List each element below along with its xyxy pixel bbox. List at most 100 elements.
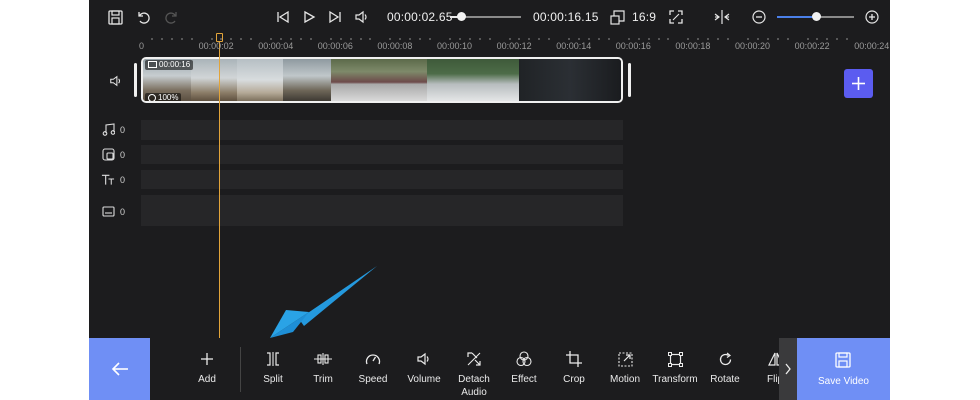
clip-thumbnail	[427, 59, 519, 101]
speaker-icon[interactable]	[351, 7, 373, 27]
trim-icon	[295, 350, 351, 368]
clip-thumbnail	[191, 59, 237, 101]
overlay-track[interactable]	[141, 145, 623, 164]
ruler-tick-label: 00:00:02	[198, 41, 234, 51]
skip-back-icon[interactable]	[273, 7, 293, 27]
ruler-tick-label: 00:00:16	[615, 41, 651, 51]
volume-button[interactable]: Volume	[396, 350, 452, 386]
ruler-tick-dot	[508, 38, 511, 40]
fullscreen-icon[interactable]	[666, 7, 686, 27]
toolbar-divider	[240, 347, 241, 392]
back-button[interactable]	[89, 338, 150, 400]
zoom-slider-thumb[interactable]	[811, 12, 821, 21]
detach-audio-button[interactable]: Detach Audio	[446, 350, 502, 399]
arrow-left-icon	[111, 362, 128, 376]
playback-slider-thumb[interactable]	[457, 12, 467, 21]
split-label: Split	[263, 374, 283, 385]
clip-thumbnail	[237, 59, 283, 101]
zoom-out-icon[interactable]	[749, 7, 769, 27]
ruler-tick-label: 00:00:22	[794, 41, 830, 51]
ruler-tick-label: 00:00:10	[437, 41, 473, 51]
undo-icon[interactable]	[133, 7, 153, 27]
speed-label: Speed	[358, 374, 388, 385]
motion-label: Motion	[609, 374, 640, 385]
detach-audio-label: Detach Audio	[458, 374, 490, 398]
ruler-tick-dot	[349, 38, 352, 40]
text-track-count: 0	[120, 175, 126, 185]
transform-icon	[647, 350, 703, 368]
add-media-button[interactable]	[844, 69, 873, 98]
video-editor: 00:00:02.65 00:00:16.15 16:9 00:00:16 10…	[89, 0, 890, 400]
ruler-tick-dot	[746, 38, 749, 40]
crop-label: Crop	[563, 374, 585, 385]
effect-label: Effect	[511, 374, 537, 385]
ruler-tick-dot	[170, 38, 173, 40]
text-track-icon	[101, 172, 115, 186]
aspect-ratio-icon[interactable]	[607, 7, 627, 27]
subtitle-track[interactable]	[141, 195, 623, 226]
rotate-icon	[697, 350, 753, 368]
aspect-ratio-label[interactable]: 16:9	[632, 10, 656, 24]
split-button[interactable]: Split	[245, 350, 301, 386]
zoom-in-icon[interactable]	[862, 7, 882, 27]
video-clip[interactable]: 00:00:16 100%	[141, 57, 623, 103]
save-icon[interactable]	[105, 7, 125, 27]
ruler-tick-dot	[657, 38, 660, 40]
text-track[interactable]	[141, 170, 623, 189]
ruler-tick-dot	[776, 38, 779, 40]
ruler-tick-dot	[359, 38, 362, 40]
ruler-tick-dot	[488, 38, 491, 40]
redo-icon[interactable]	[161, 7, 181, 27]
ruler-tick-dot	[607, 38, 610, 40]
ruler-tick-dot	[478, 38, 481, 40]
fit-timeline-icon[interactable]	[712, 7, 732, 27]
total-time: 00:00:16.15	[533, 10, 599, 24]
add-button[interactable]: Add	[179, 350, 235, 386]
speaker-icon	[396, 350, 452, 368]
ruler-tick-label: 00:00:18	[675, 41, 711, 51]
transform-button[interactable]: Transform	[647, 350, 703, 386]
ruler-tick-label: 00:00:06	[317, 41, 353, 51]
skip-forward-icon[interactable]	[325, 7, 345, 27]
plus-icon	[179, 350, 235, 368]
crop-button[interactable]: Crop	[546, 350, 602, 386]
trim-button[interactable]: Trim	[295, 350, 351, 386]
ruler-tick-dot	[309, 38, 312, 40]
clip-video-icon	[148, 61, 157, 69]
chevron-right-icon	[785, 363, 791, 375]
detach-audio-icon	[446, 350, 502, 368]
effect-icon	[496, 350, 552, 368]
ruler-tick-dot	[150, 38, 153, 40]
playhead[interactable]	[219, 36, 220, 338]
ruler-tick-label: 0	[139, 41, 145, 51]
ruler-tick-dot	[329, 38, 332, 40]
music-track-icon	[101, 122, 115, 136]
clip-right-handle[interactable]	[628, 63, 631, 97]
motion-icon	[597, 350, 653, 368]
clip-speed-icon	[148, 93, 156, 101]
motion-button[interactable]: Motion	[597, 350, 653, 386]
ruler-tick-dot	[468, 38, 471, 40]
clip-left-handle[interactable]	[134, 63, 137, 97]
music-track-count: 0	[120, 125, 126, 135]
zoom-slider-fill	[777, 16, 816, 18]
toolbar-scroll-right[interactable]	[779, 338, 797, 400]
speed-button[interactable]: Speed	[345, 350, 401, 386]
trim-label: Trim	[313, 374, 333, 385]
overlay-track-count: 0	[120, 150, 126, 160]
effect-button[interactable]: Effect	[496, 350, 552, 386]
ruler-tick-dot	[299, 38, 302, 40]
ruler-tick-label: 00:00:24	[854, 41, 890, 51]
rotate-button[interactable]: Rotate	[697, 350, 753, 386]
save-video-label: Save Video	[818, 376, 869, 387]
music-track[interactable]	[141, 120, 623, 140]
clip-duration-badge: 00:00:16	[145, 60, 194, 70]
ruler-tick-dot	[160, 38, 163, 40]
rotate-label: Rotate	[710, 374, 740, 385]
save-video-icon	[835, 352, 851, 373]
save-video-button[interactable]: Save Video	[797, 338, 890, 400]
ruler-tick-dot	[458, 38, 461, 40]
play-icon[interactable]	[299, 7, 319, 27]
ruler-tick-label: 00:00:14	[556, 41, 592, 51]
video-track-volume-icon[interactable]	[109, 74, 123, 88]
